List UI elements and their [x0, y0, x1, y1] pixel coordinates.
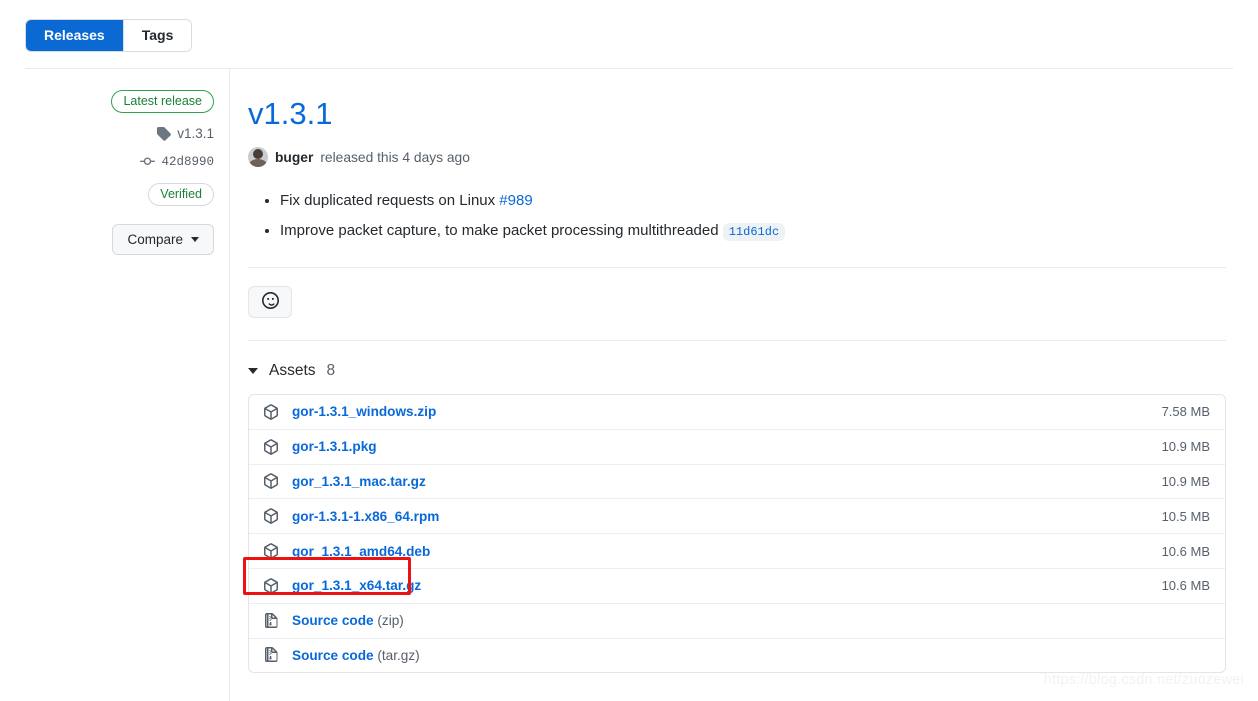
assets-count: 8 [326, 362, 336, 379]
release-note-item: Improve packet capture, to make packet p… [280, 218, 1226, 245]
asset-name-text: Source code [292, 613, 374, 629]
tab-releases[interactable]: Releases [26, 20, 123, 51]
release-notes: Fix duplicated requests on Linux #989 Im… [248, 188, 1226, 245]
notes-divider [248, 267, 1226, 268]
smiley-icon [261, 292, 279, 312]
package-icon [263, 543, 281, 559]
commit-icon [140, 154, 156, 169]
asset-name[interactable]: Source code (zip) [292, 613, 404, 628]
package-icon [263, 438, 281, 455]
asset-size: 7.58 MB [1161, 404, 1210, 420]
table-row[interactable]: gor-1.3.1.pkg 10.9 MB [249, 428, 1225, 464]
release-author[interactable]: buger [275, 150, 313, 165]
table-row[interactable]: gor-1.3.1-1.x86_64.rpm 10.5 MB [249, 498, 1225, 533]
asset-size: 10.9 MB [1161, 473, 1210, 489]
triangle-down-icon [248, 368, 258, 374]
asset-name-text: gor-1.3.1-1.x86_64.rpm [292, 508, 440, 524]
table-row[interactable]: Source code (zip) [249, 602, 1225, 638]
asset-name[interactable]: gor-1.3.1.pkg [292, 439, 377, 454]
release-title[interactable]: v1.3.1 [248, 95, 1226, 133]
asset-name[interactable]: gor_1.3.1_amd64.deb [292, 544, 430, 559]
asset-name-text: Source code [292, 647, 374, 663]
commit-row[interactable]: 42d8990 [25, 154, 214, 169]
asset-size: 10.6 MB [1161, 543, 1210, 559]
table-row[interactable]: gor_1.3.1_mac.tar.gz 10.9 MB [249, 463, 1225, 499]
asset-size: 10.6 MB [1161, 578, 1210, 594]
asset-name-text: gor_1.3.1_mac.tar.gz [292, 473, 426, 489]
latest-release-badge: Latest release [111, 90, 214, 113]
asset-name[interactable]: Source code (tar.gz) [292, 648, 420, 663]
table-row[interactable]: gor_1.3.1_amd64.deb 10.6 MB [249, 533, 1225, 568]
reactions-divider [248, 340, 1226, 341]
column-divider [229, 68, 230, 701]
asset-name[interactable]: gor-1.3.1_windows.zip [292, 404, 436, 419]
table-row[interactable]: gor-1.3.1_windows.zip 7.58 MB [249, 395, 1225, 429]
assets-toggle[interactable]: Assets 8 [248, 362, 1226, 380]
avatar[interactable] [248, 147, 268, 167]
asset-size: 10.9 MB [1161, 439, 1210, 455]
commit-chip[interactable]: 11d61dc [722, 223, 786, 241]
tab-tags[interactable]: Tags [122, 20, 192, 51]
asset-name-suffix: (tar.gz) [373, 647, 420, 663]
file-zip-icon [263, 612, 281, 629]
table-row-highlighted[interactable]: gor_1.3.1_x64.tar.gz 10.6 MB [249, 567, 1225, 603]
asset-size: 10.5 MB [1161, 508, 1210, 524]
commit-sha: 42d8990 [161, 154, 214, 169]
asset-name-text: gor-1.3.1_windows.zip [292, 404, 437, 420]
package-icon [263, 473, 281, 490]
asset-name[interactable]: gor_1.3.1_x64.tar.gz [292, 578, 421, 593]
release-tabs: Releases Tags [25, 19, 193, 52]
add-reaction-button[interactable] [248, 286, 292, 318]
asset-name[interactable]: gor_1.3.1_mac.tar.gz [292, 474, 426, 489]
package-icon [263, 578, 281, 594]
asset-name[interactable]: gor-1.3.1-1.x86_64.rpm [292, 509, 439, 524]
table-row[interactable]: Source code (tar.gz) [249, 637, 1225, 673]
release-sidebar: Latest release v1.3.1 42d8990 Verified C… [25, 90, 214, 255]
tag-row[interactable]: v1.3.1 [25, 126, 214, 141]
issue-link[interactable]: #989 [499, 192, 532, 209]
verified-badge[interactable]: Verified [148, 183, 214, 206]
release-main: v1.3.1 buger released this 4 days ago Fi… [248, 95, 1226, 674]
tag-icon [156, 126, 172, 141]
release-note-item: Fix duplicated requests on Linux #989 [280, 188, 1226, 214]
asset-name-suffix: (zip) [373, 613, 404, 629]
assets-list: gor-1.3.1_windows.zip 7.58 MB gor-1.3.1.… [248, 394, 1226, 674]
assets-label: Assets [269, 362, 316, 379]
tab-group: Releases Tags [25, 19, 193, 52]
release-note-text: Fix duplicated requests on Linux [280, 192, 500, 209]
compare-button-label: Compare [127, 232, 183, 247]
asset-name-text: gor_1.3.1_amd64.deb [292, 543, 431, 559]
release-byline: buger released this 4 days ago [248, 147, 1226, 167]
asset-name-text: gor_1.3.1_x64.tar.gz [292, 578, 422, 594]
asset-name-text: gor-1.3.1.pkg [292, 439, 377, 455]
tag-name: v1.3.1 [177, 126, 214, 141]
header-divider [25, 68, 1233, 69]
package-icon [263, 508, 281, 525]
file-zip-icon [263, 647, 281, 663]
watermark: https://blog.csdn.net/zuozewei [1043, 672, 1244, 688]
compare-button[interactable]: Compare [112, 224, 214, 255]
release-timestamp: released this 4 days ago [320, 149, 470, 165]
release-note-text: Improve packet capture, to make packet p… [280, 222, 723, 239]
package-icon [263, 404, 281, 420]
chevron-down-icon [191, 237, 199, 242]
